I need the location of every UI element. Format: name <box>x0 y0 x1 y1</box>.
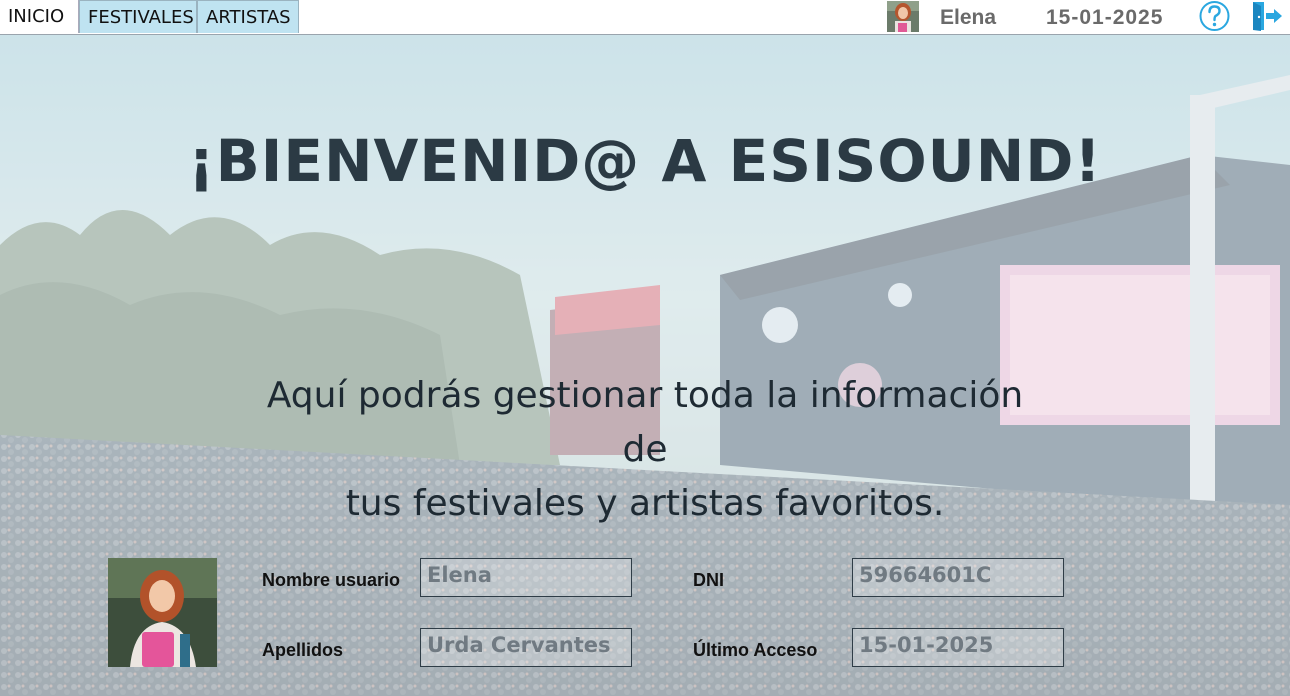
last-access-field: 15-01-2025 <box>852 628 1064 667</box>
welcome-title: ¡BIENVENID@ A ESISOUND! <box>188 127 1102 195</box>
label-last-access: Último Acceso <box>693 640 818 660</box>
tab-inicio[interactable]: INICIO <box>0 0 79 33</box>
home-panel: ¡BIENVENID@ A ESISOUND! Aquí podrás gest… <box>0 35 1290 696</box>
profile-photo <box>108 558 217 667</box>
logout-icon[interactable] <box>1250 0 1284 32</box>
welcome-subtitle-line-1: Aquí podrás gestionar toda la informació… <box>266 375 1024 470</box>
label-username: Nombre usuario <box>262 570 401 590</box>
top-nav-bar: INICIO FESTIVALES ARTISTAS Elena 15-01-2… <box>0 0 1290 35</box>
header-user-name: Elena <box>940 6 997 29</box>
label-dni: DNI <box>693 570 724 590</box>
help-icon[interactable] <box>1198 0 1231 32</box>
tab-festivales[interactable]: FESTIVALES <box>79 0 197 33</box>
surname-field: Urda Cervantes <box>420 628 632 667</box>
header-date: 15-01-2025 <box>1046 6 1164 29</box>
tab-artistas[interactable]: ARTISTAS <box>197 0 299 33</box>
welcome-subtitle: Aquí podrás gestionar toda la informació… <box>245 369 1045 531</box>
dni-field: 59664601C <box>852 558 1064 597</box>
welcome-subtitle-line-2: tus festivales y artistas favoritos. <box>345 483 945 524</box>
user-avatar <box>887 1 919 32</box>
username-field: Elena <box>420 558 632 597</box>
label-surname: Apellidos <box>262 640 344 660</box>
